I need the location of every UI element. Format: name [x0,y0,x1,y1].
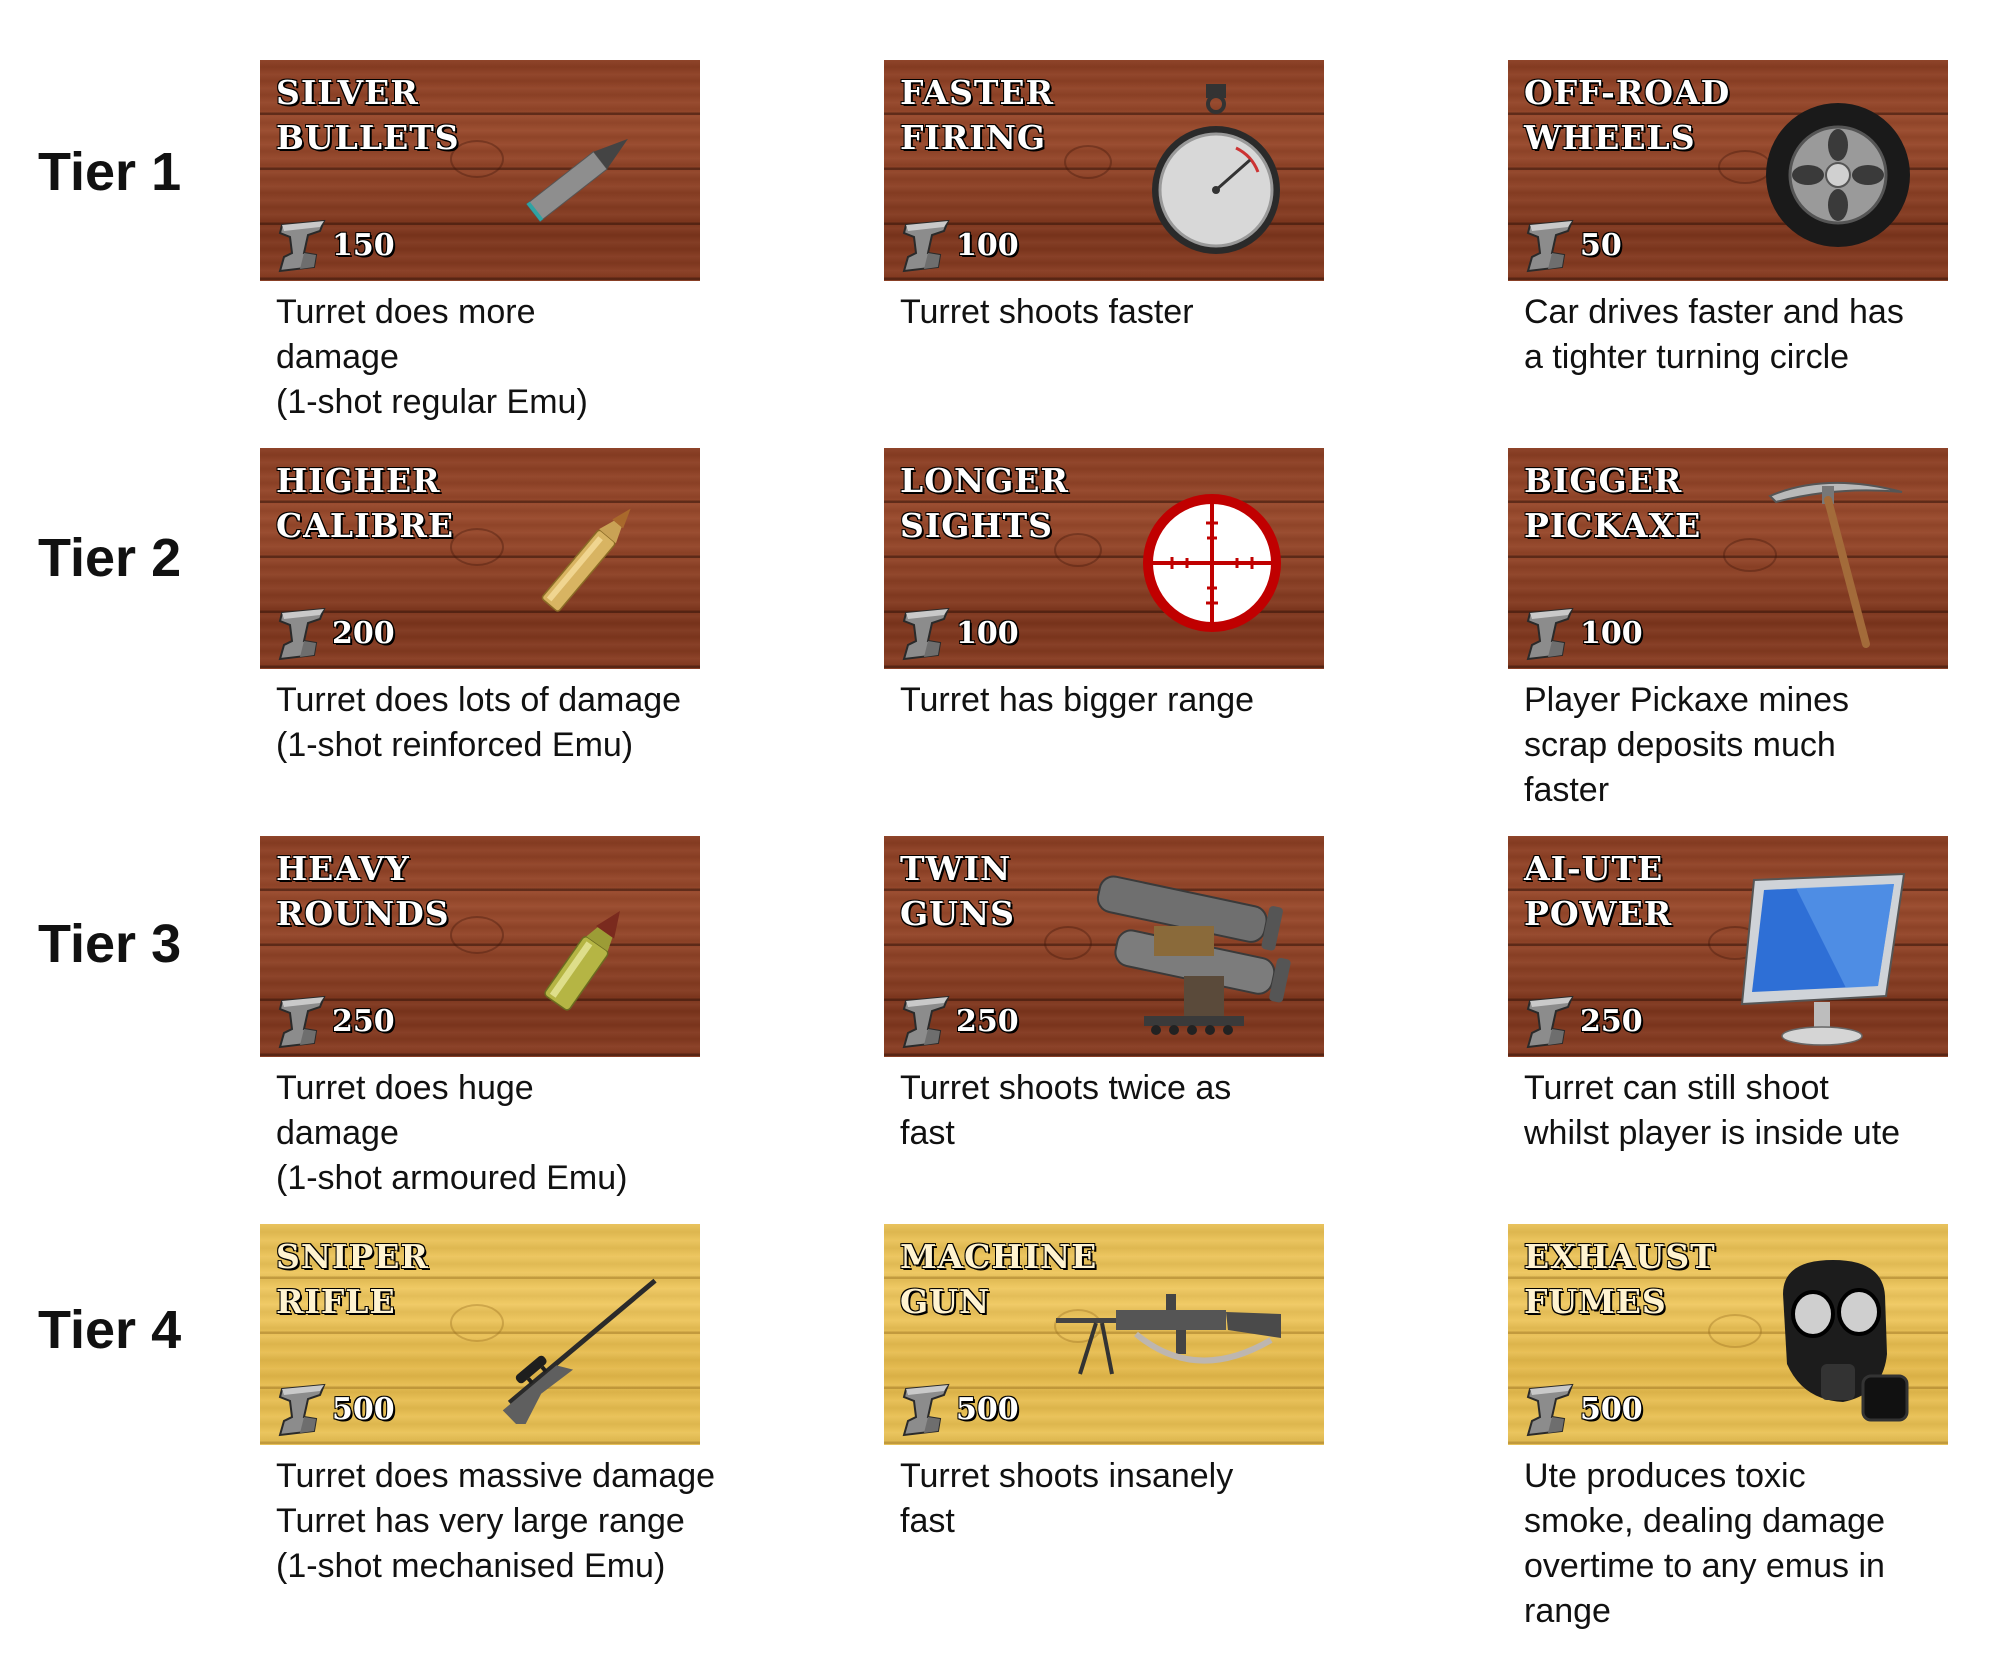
cost-display: 500 [898,1379,1019,1439]
anvil-icon [898,605,952,661]
heavy-round-icon [544,911,620,1011]
upgrade-card-off-road-wheels[interactable]: OFF-ROAD WHEELS 50 [1508,60,1948,281]
cost-display: 250 [1522,991,1643,1051]
upgrade-description: Turret shoots twice as fast [900,1069,1232,1152]
anvil-icon [1522,1381,1576,1437]
upgrade-card-exhaust-fumes[interactable]: EXHAUST FUMES 500 [1508,1224,1948,1445]
cost-display: 100 [898,603,1019,663]
upgrade-card-faster-firing[interactable]: FASTER FIRING 100 [884,60,1324,281]
cost-display: 50 [1522,215,1622,275]
brass-cartridge-icon [541,508,631,612]
upgrade-card-bigger-pickaxe[interactable]: BIGGER PICKAXE 100 [1508,448,1948,669]
upgrade-description: Turret can still shoot whilst player is … [1524,1069,1901,1152]
upgrade-description: Turret does huge damage (1-shot armoured… [276,1069,628,1197]
anvil-icon [274,993,328,1049]
tier-4-label: Tier 4 [38,1300,182,1360]
anvil-icon [1522,217,1576,273]
sniper-rifle-icon [502,1278,657,1424]
stopwatch-icon [1152,84,1280,254]
cost-display: 100 [898,215,1019,275]
upgrade-description: Turret has bigger range [900,681,1255,719]
anvil-icon [274,605,328,661]
tier-3-label: Tier 3 [38,914,182,974]
upgrade-card-sniper-rifle[interactable]: SNIPER RIFLE 500 [260,1224,700,1445]
upgrade-card-machine-gun[interactable]: MACHINE GUN 500 [884,1224,1324,1445]
upgrade-card-silver-bullets[interactable]: SILVER BULLETS 150 [260,60,700,281]
anvil-icon [1522,605,1576,661]
wheel-icon [1766,103,1910,247]
upgrade-description: Turret does more damage (1-shot regular … [276,293,588,421]
cost-display: 500 [274,1379,395,1439]
cost-display: 250 [898,991,1019,1051]
anvil-icon [1522,993,1576,1049]
upgrade-description: Turret does massive damage Turret has ve… [276,1457,716,1585]
bullet-icon [525,138,628,223]
crosshair-icon [1143,494,1281,632]
upgrade-description: Player Pickaxe mines scrap deposits much… [1524,681,1850,809]
upgrade-card-longer-sights[interactable]: LONGER SIGHTS 100 [884,448,1324,669]
upgrade-description: Car drives faster and has a tighter turn… [1524,293,1904,376]
upgrade-description: Turret shoots insanely fast [900,1457,1234,1540]
gas-mask-icon [1783,1260,1909,1422]
cost-display: 250 [274,991,395,1051]
upgrade-description: Turret does lots of damage (1-shot reinf… [276,681,682,764]
upgrade-card-twin-guns[interactable]: TWIN GUNS 250 [884,836,1324,1057]
tier-1-label: Tier 1 [38,142,182,202]
anvil-icon [274,1381,328,1437]
machine-gun-icon [1056,1294,1281,1375]
upgrade-card-higher-calibre[interactable]: HIGHER CALIBRE 200 [260,448,700,669]
computer-monitor-icon [1740,872,1906,1046]
upgrade-card-heavy-rounds[interactable]: HEAVY ROUNDS 250 [260,836,700,1057]
cost-display: 100 [1522,603,1643,663]
cost-display: 500 [1522,1379,1643,1439]
tier-2-label: Tier 2 [38,528,182,588]
cost-display: 200 [274,603,395,663]
twin-cannon-icon [1096,875,1291,1035]
anvil-icon [898,993,952,1049]
anvil-icon [898,217,952,273]
anvil-icon [898,1381,952,1437]
upgrade-description: Ute produces toxic smoke, dealing damage… [1524,1457,1886,1630]
pickaxe-icon [1768,481,1903,648]
upgrade-description: Turret shoots faster [900,293,1194,331]
upgrade-card-ai-ute-power[interactable]: AI-UTE POWER 250 [1508,836,1948,1057]
cost-display: 150 [274,215,395,275]
anvil-icon [274,217,328,273]
